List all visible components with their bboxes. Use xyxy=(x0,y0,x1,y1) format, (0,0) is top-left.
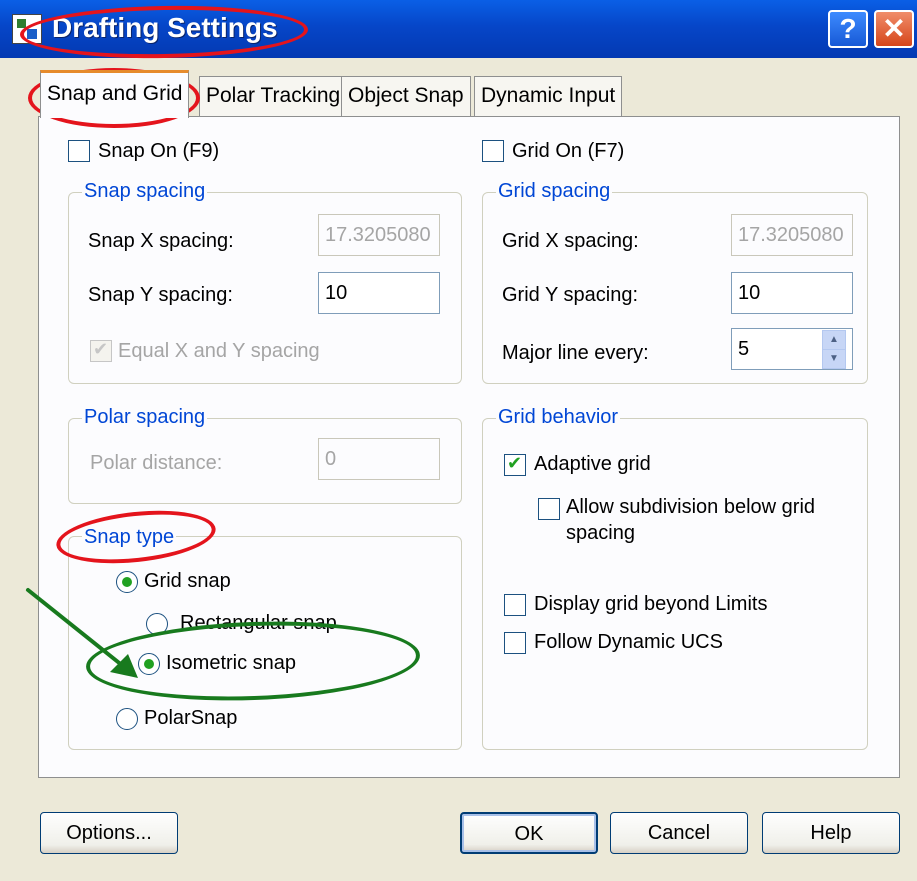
tab-snap-and-grid[interactable]: Snap and Grid xyxy=(40,70,190,118)
cancel-button[interactable]: Cancel xyxy=(610,812,748,854)
snap-y-spacing-field[interactable]: 10 xyxy=(318,272,440,314)
help-title-button[interactable]: ? xyxy=(828,10,868,48)
polarsnap-radio[interactable] xyxy=(116,708,138,730)
snap-y-spacing-label: Snap Y spacing: xyxy=(88,284,233,306)
snap-x-spacing-label: Snap X spacing: xyxy=(88,230,234,252)
follow-dynamic-ucs-label: Follow Dynamic UCS xyxy=(534,631,723,653)
adaptive-grid-checkbox[interactable] xyxy=(504,453,526,476)
stepper-down-icon[interactable]: ▼ xyxy=(822,349,846,369)
options-button[interactable]: Options... xyxy=(40,812,178,854)
close-button[interactable]: ✕ xyxy=(874,10,914,48)
stepper-up-icon[interactable]: ▲ xyxy=(822,330,846,350)
tab-object-snap[interactable]: Object Snap xyxy=(341,76,471,116)
grid-spacing-group-label: Grid spacing xyxy=(496,180,613,203)
equal-xy-label: Equal X and Y spacing xyxy=(118,340,320,362)
grid-on-label: Grid On (F7) xyxy=(512,140,625,162)
polar-distance-field[interactable]: 0 xyxy=(318,438,440,480)
ok-button[interactable]: OK xyxy=(460,812,598,854)
display-beyond-limits-checkbox[interactable] xyxy=(504,594,526,616)
grid-on-checkbox[interactable] xyxy=(482,140,504,162)
snap-on-label: Snap On (F9) xyxy=(98,140,220,162)
display-beyond-limits-label: Display grid beyond Limits xyxy=(534,593,768,615)
allow-subdivision-label-line2: spacing xyxy=(566,522,635,544)
polar-spacing-group-label: Polar spacing xyxy=(82,406,208,429)
major-line-stepper[interactable]: ▲ ▼ xyxy=(822,329,846,369)
major-line-label: Major line every: xyxy=(502,342,649,364)
allow-subdivision-checkbox[interactable] xyxy=(538,498,560,520)
follow-dynamic-ucs-checkbox[interactable] xyxy=(504,632,526,654)
grid-y-spacing-label: Grid Y spacing: xyxy=(502,284,639,306)
tab-polar-tracking[interactable]: Polar Tracking xyxy=(199,76,348,116)
grid-x-spacing-label: Grid X spacing: xyxy=(502,230,639,252)
snap-x-spacing-field[interactable]: 17.3205080 xyxy=(318,214,440,256)
equal-xy-checkbox[interactable] xyxy=(90,339,112,362)
tab-dynamic-input[interactable]: Dynamic Input xyxy=(474,76,623,116)
allow-subdivision-label: Allow subdivision below grid xyxy=(566,496,816,518)
drafting-settings-dialog: Drafting Settings ? ✕ Snap and Grid Pola… xyxy=(0,0,917,881)
adaptive-grid-label: Adaptive grid xyxy=(534,453,651,475)
snap-spacing-group-label: Snap spacing xyxy=(82,180,208,203)
polar-distance-label: Polar distance: xyxy=(90,452,223,474)
annotation-arrow-icon xyxy=(26,588,138,678)
help-button[interactable]: Help xyxy=(762,812,900,854)
grid-y-spacing-field[interactable]: 10 xyxy=(731,272,853,314)
grid-x-spacing-field[interactable]: 17.3205080 xyxy=(731,214,853,256)
grid-behavior-group-label: Grid behavior xyxy=(496,406,621,429)
polarsnap-label: PolarSnap xyxy=(144,707,238,729)
snap-on-checkbox[interactable] xyxy=(68,140,90,162)
